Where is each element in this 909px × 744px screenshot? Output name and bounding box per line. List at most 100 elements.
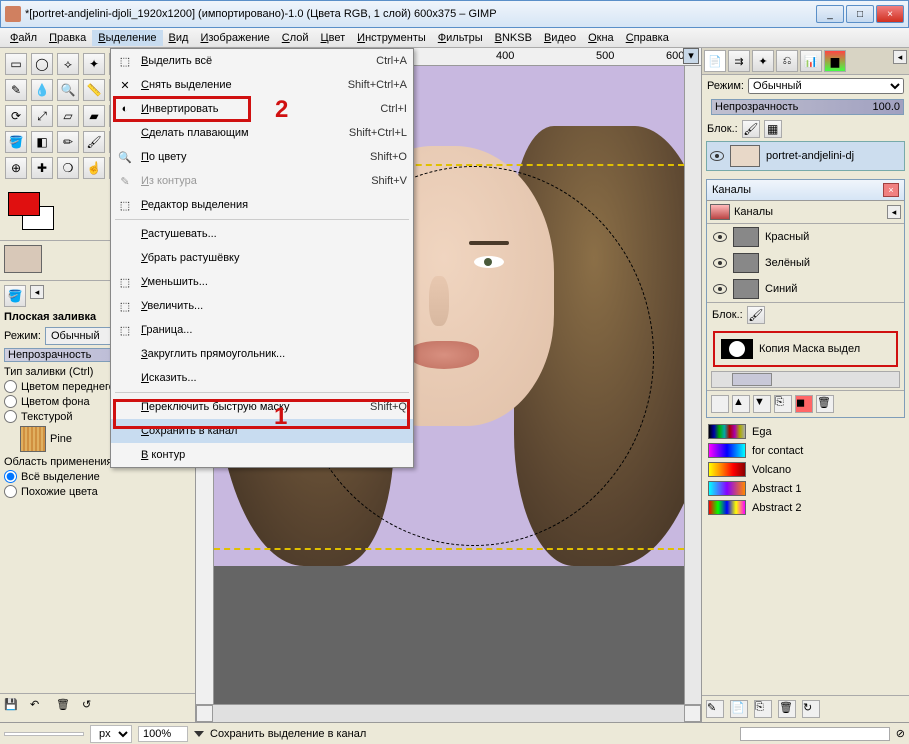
- radio-pattern[interactable]: [4, 410, 17, 423]
- menu-item[interactable]: В контур: [111, 443, 413, 467]
- menu-windows[interactable]: Окна: [582, 30, 620, 46]
- menu-tools[interactable]: Инструменты: [351, 30, 432, 46]
- menu-item[interactable]: Закруглить прямоугольник...: [111, 342, 413, 366]
- tool-zoom[interactable]: 🔍: [57, 79, 79, 101]
- gradient-edit-icon[interactable]: ✎: [706, 700, 724, 718]
- minimize-button[interactable]: _: [816, 5, 844, 23]
- channel-new-icon[interactable]: [711, 395, 729, 413]
- radio-allsel[interactable]: [4, 470, 17, 483]
- channel-dup-icon[interactable]: ⎘: [774, 395, 792, 413]
- tool-clone[interactable]: ⊕: [5, 157, 27, 179]
- image-thumbnail[interactable]: [4, 245, 42, 273]
- tool-smudge[interactable]: ☝: [83, 157, 105, 179]
- maximize-button[interactable]: □: [846, 5, 874, 23]
- layer-mode-select[interactable]: Обычный: [748, 78, 904, 94]
- tool-rect-select[interactable]: ▭: [5, 53, 27, 75]
- cancel-icon[interactable]: ⊘: [896, 727, 905, 740]
- menu-item[interactable]: Сохранить в канал: [111, 419, 413, 443]
- tool-picker[interactable]: 💧: [31, 79, 53, 101]
- menu-layer[interactable]: Слой: [276, 30, 315, 46]
- channels-menu-icon[interactable]: ◂: [887, 205, 901, 219]
- layer-item[interactable]: portret-andjelini-dj: [706, 141, 905, 171]
- channel-tosel-icon[interactable]: ◼: [795, 395, 813, 413]
- menu-edit[interactable]: Правка: [43, 30, 92, 46]
- selection-mask-item[interactable]: Копия Маска выдел: [713, 331, 898, 367]
- menu-item[interactable]: Сделать плавающимShift+Ctrl+L: [111, 121, 413, 145]
- menu-item[interactable]: Переключить быструю маскуShift+Q: [111, 395, 413, 419]
- layer-visibility-icon[interactable]: [710, 151, 724, 161]
- menu-image[interactable]: Изображение: [194, 30, 275, 46]
- menu-item[interactable]: 🔍По цветуShift+O: [111, 145, 413, 169]
- menu-item[interactable]: ⬚Редактор выделения: [111, 193, 413, 217]
- radio-similar[interactable]: [4, 485, 17, 498]
- channels-hscroll[interactable]: [711, 371, 900, 388]
- tool-measure[interactable]: 📏: [83, 79, 105, 101]
- horizontal-scrollbar[interactable]: [213, 705, 684, 722]
- channel-raise-icon[interactable]: ▲: [732, 395, 750, 413]
- menu-select[interactable]: Выделение: [92, 30, 162, 46]
- menu-view[interactable]: Вид: [163, 30, 195, 46]
- gradient-item[interactable]: Abstract 2: [708, 498, 903, 517]
- tool-gradient[interactable]: ◧: [31, 131, 53, 153]
- tab-paths-icon[interactable]: ✦: [752, 50, 774, 72]
- delete-preset-icon[interactable]: 🗑: [56, 698, 76, 718]
- menu-help[interactable]: Справка: [620, 30, 675, 46]
- channels-close-icon[interactable]: ×: [883, 183, 899, 197]
- channel-green[interactable]: Зелёный: [707, 250, 904, 276]
- radio-bg[interactable]: [4, 395, 17, 408]
- tool-blur[interactable]: ❍: [57, 157, 79, 179]
- gradient-item[interactable]: Abstract 1: [708, 479, 903, 498]
- tool-heal[interactable]: ✚: [31, 157, 53, 179]
- menu-video[interactable]: Видео: [538, 30, 582, 46]
- gradient-item[interactable]: Ega: [708, 422, 903, 441]
- tab-layers-icon[interactable]: 📄: [704, 50, 726, 72]
- channel-visibility-icon[interactable]: [713, 258, 727, 268]
- menu-item[interactable]: ◐ИнвертироватьCtrl+I: [111, 97, 413, 121]
- tool-fuzzy-select[interactable]: ✦: [83, 53, 105, 75]
- fg-color[interactable]: [8, 192, 40, 216]
- tool-ellipse-select[interactable]: ◯: [31, 53, 53, 75]
- gradient-new-icon[interactable]: 📄: [730, 700, 748, 718]
- menu-item[interactable]: ⬚Уменьшить...: [111, 270, 413, 294]
- unit-select[interactable]: px: [90, 725, 132, 743]
- tab-histogram-icon[interactable]: 📊: [800, 50, 822, 72]
- channel-visibility-icon[interactable]: [713, 232, 727, 242]
- channel-red[interactable]: Красный: [707, 224, 904, 250]
- nav-preview-icon[interactable]: [684, 705, 701, 722]
- channel-visibility-icon[interactable]: [713, 284, 727, 294]
- quickmask-toggle[interactable]: [196, 705, 213, 722]
- tool-bucket[interactable]: 🪣: [5, 131, 27, 153]
- gradient-del-icon[interactable]: 🗑: [778, 700, 796, 718]
- tool-pencil[interactable]: ✏: [57, 131, 79, 153]
- toolopt-menu-icon[interactable]: ◂: [30, 285, 44, 299]
- menu-item[interactable]: Растушевать...: [111, 222, 413, 246]
- menu-colors[interactable]: Цвет: [315, 30, 352, 46]
- zoom-field[interactable]: 100%: [138, 726, 188, 742]
- layer-opacity-slider[interactable]: Непрозрачность 100.0: [711, 99, 904, 115]
- channel-blue[interactable]: Синий: [707, 276, 904, 302]
- channel-del-icon[interactable]: 🗑: [816, 395, 834, 413]
- toolopt-tab-icon[interactable]: 🪣: [4, 285, 26, 307]
- menu-item[interactable]: ⬚Увеличить...: [111, 294, 413, 318]
- lock-pixels-icon[interactable]: 🖌: [742, 120, 760, 138]
- tab-undo-icon[interactable]: ⎌: [776, 50, 798, 72]
- channels-tab-icon[interactable]: [710, 204, 730, 220]
- close-button[interactable]: ×: [876, 5, 904, 23]
- tool-brush[interactable]: 🖌: [83, 131, 105, 153]
- gradient-refresh-icon[interactable]: ↻: [802, 700, 820, 718]
- restore-preset-icon[interactable]: ↶: [30, 698, 50, 718]
- tab-colormap-icon[interactable]: ▆: [824, 50, 846, 72]
- menu-item[interactable]: Исказить...: [111, 366, 413, 390]
- channel-lower-icon[interactable]: ▼: [753, 395, 771, 413]
- pattern-preview[interactable]: [20, 426, 46, 452]
- menu-item[interactable]: Убрать растушёвку: [111, 246, 413, 270]
- menu-bnksb[interactable]: BNKSB: [489, 30, 538, 46]
- zoom-dropdown-icon[interactable]: [194, 731, 204, 737]
- tool-rotate[interactable]: ⟳: [5, 105, 27, 127]
- tool-shear[interactable]: ▱: [57, 105, 79, 127]
- gradient-item[interactable]: for contact: [708, 441, 903, 460]
- menu-item[interactable]: ✕Снять выделениеShift+Ctrl+A: [111, 73, 413, 97]
- save-preset-icon[interactable]: 💾: [4, 698, 24, 718]
- gradient-dup-icon[interactable]: ⎘: [754, 700, 772, 718]
- tool-free-select[interactable]: ⟡: [57, 53, 79, 75]
